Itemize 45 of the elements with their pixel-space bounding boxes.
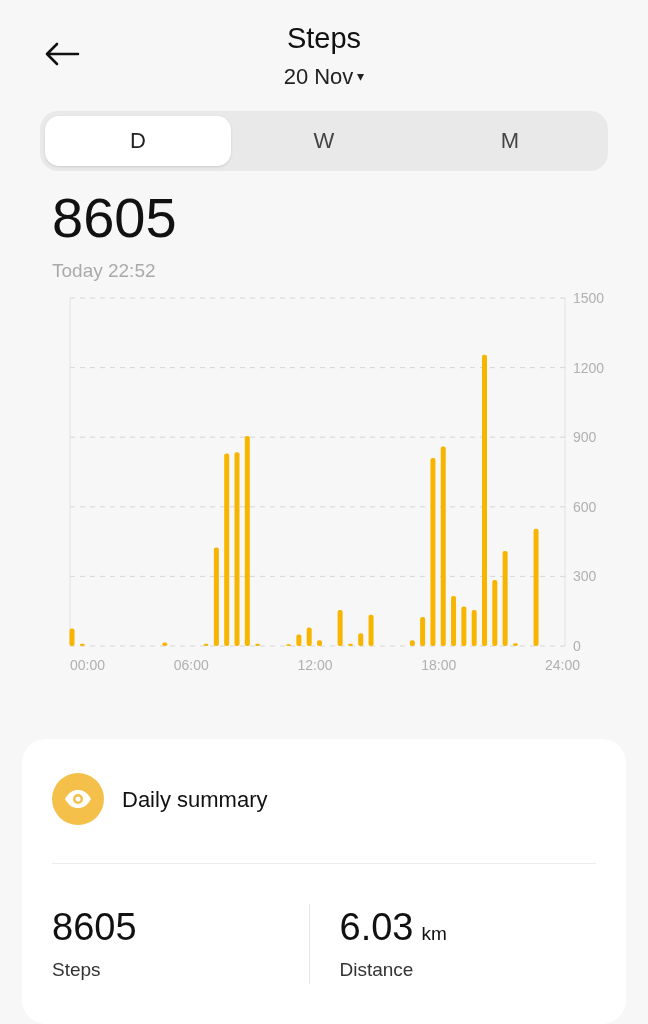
x-axis-label: 24:00	[545, 657, 581, 673]
stat-value: 6.03	[339, 905, 414, 950]
stat-label: Steps	[52, 957, 102, 982]
bar	[512, 643, 518, 646]
bar	[337, 610, 343, 646]
period-tab[interactable]: M	[417, 116, 603, 166]
bar	[420, 617, 426, 646]
bar	[203, 643, 209, 646]
back-arrow-icon[interactable]	[44, 42, 80, 66]
bar	[255, 643, 261, 646]
y-axis-label: 1200	[573, 359, 605, 376]
bar	[162, 642, 168, 646]
stat-value: 8605	[52, 905, 137, 950]
x-axis-label: 06:00	[173, 657, 209, 673]
date-dropdown[interactable]: 20 Nov ▾	[283, 60, 365, 94]
y-axis-label: 600	[573, 498, 597, 515]
bar	[69, 628, 75, 646]
bar	[79, 643, 85, 646]
stat-label: Distance	[339, 957, 415, 982]
bar	[317, 640, 322, 646]
bar	[471, 610, 477, 646]
bar	[492, 579, 498, 646]
y-axis-label: 0	[573, 638, 581, 654]
bar	[461, 606, 467, 646]
step-total: 8605	[52, 184, 178, 251]
bar	[368, 614, 374, 646]
bar	[306, 627, 312, 646]
bar	[358, 633, 364, 646]
period-tab[interactable]: W	[231, 116, 417, 166]
period-tab[interactable]: D	[45, 116, 231, 166]
summary-title: Daily summary	[122, 785, 268, 814]
bar	[451, 596, 457, 646]
page-title: Steps	[286, 21, 362, 56]
eye-icon	[52, 773, 104, 825]
x-axis-label: 18:00	[421, 657, 457, 673]
y-axis-label: 1500	[573, 290, 605, 306]
bar	[347, 643, 353, 646]
bar	[409, 640, 415, 646]
bar	[296, 634, 302, 646]
updated-time: Today 22:52	[52, 258, 157, 283]
stat-unit: km	[421, 922, 447, 946]
x-axis-label: 00:00	[70, 657, 106, 673]
x-axis-label: 12:00	[297, 657, 333, 673]
y-axis-label: 900	[573, 429, 597, 446]
y-axis-label: 300	[573, 568, 597, 585]
